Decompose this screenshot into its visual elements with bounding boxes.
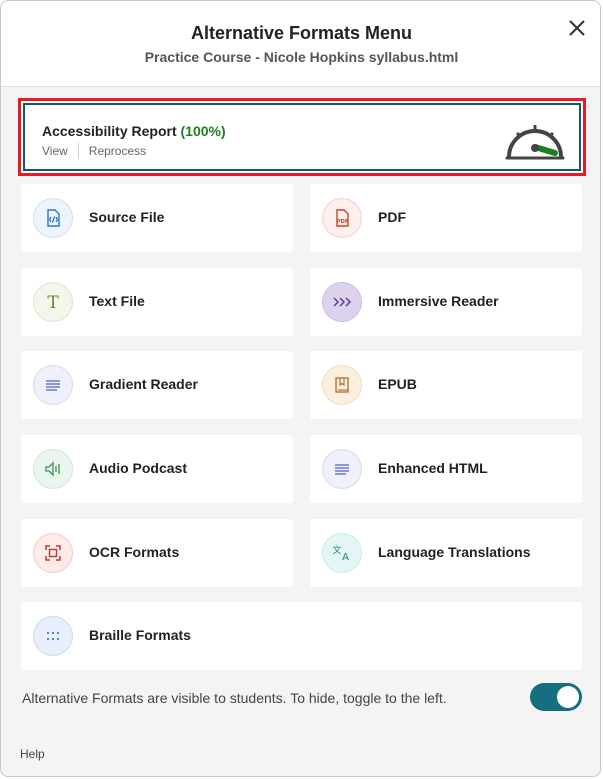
format-card-language-translations[interactable]: 文 A Language Translations: [310, 519, 582, 587]
format-label: Text File: [89, 293, 145, 309]
modal-title: Alternative Formats Menu: [190, 23, 413, 43]
visibility-description: Alternative Formats are visible to stude…: [22, 690, 447, 706]
format-card-source-file[interactable]: Source File: [21, 184, 293, 252]
format-card-gradient-reader[interactable]: Gradient Reader: [21, 351, 293, 419]
format-label: PDF: [378, 209, 406, 225]
modal-subtitle: Practice Course - Nicole Hopkins syllabu…: [144, 49, 459, 65]
format-label: OCR Formats: [89, 544, 180, 560]
format-card-immersive-reader[interactable]: Immersive Reader: [310, 268, 582, 336]
svg-text:A: A: [342, 552, 349, 563]
modal-header: Alternative Formats Menu Practice Course…: [1, 1, 600, 87]
link-divider: [77, 143, 79, 159]
visibility-toggle[interactable]: [530, 683, 582, 711]
reprocess-link[interactable]: Reprocess: [89, 144, 146, 158]
lines-icon: [322, 449, 362, 489]
book-icon: [322, 365, 362, 405]
scan-icon: [33, 533, 73, 573]
text-t-icon: T: [33, 282, 73, 322]
format-label: Audio Podcast: [89, 460, 188, 476]
pdf-icon: PDF: [322, 198, 362, 238]
view-link[interactable]: View: [42, 144, 68, 158]
format-card-braille-formats[interactable]: Braille Formats: [21, 602, 582, 670]
help-link[interactable]: Help: [20, 747, 45, 761]
format-card-audio-podcast[interactable]: Audio Podcast: [21, 435, 293, 503]
format-label: Source File: [89, 209, 165, 225]
format-card-ocr-formats[interactable]: OCR Formats: [21, 519, 293, 587]
format-label: Braille Formats: [89, 627, 191, 643]
format-label: Language Translations: [378, 544, 531, 560]
report-links: View Reprocess: [42, 143, 146, 159]
format-label: EPUB: [378, 376, 417, 392]
svg-text:PDF: PDF: [336, 219, 349, 225]
speaker-icon: [33, 449, 73, 489]
lines-icon: [33, 365, 73, 405]
gauge-icon: [505, 125, 565, 160]
format-card-pdf[interactable]: PDF PDF: [310, 184, 582, 252]
accessibility-report-card[interactable]: Accessibility Report (100%) View Reproce…: [18, 98, 586, 176]
format-card-enhanced-html[interactable]: Enhanced HTML: [310, 435, 582, 503]
braille-icon: [33, 616, 73, 656]
accessibility-report-title: Accessibility Report (100%): [42, 123, 226, 139]
accessibility-report-inner: Accessibility Report (100%) View Reproce…: [23, 103, 581, 171]
accessibility-report-label: Accessibility Report: [42, 123, 177, 139]
format-label: Enhanced HTML: [378, 460, 488, 476]
close-button[interactable]: [566, 17, 588, 39]
toggle-knob: [557, 686, 579, 708]
accessibility-score: (100%): [180, 123, 226, 139]
format-card-epub[interactable]: EPUB: [310, 351, 582, 419]
code-file-icon: [33, 198, 73, 238]
format-label: Immersive Reader: [378, 293, 499, 309]
svg-text:文: 文: [332, 544, 341, 556]
chevrons-right-icon: [322, 282, 362, 322]
format-card-text-file[interactable]: T Text File: [21, 268, 293, 336]
translate-icon: 文 A: [322, 533, 362, 573]
close-icon: [569, 20, 585, 36]
format-label: Gradient Reader: [89, 376, 198, 392]
alternative-formats-modal: Alternative Formats Menu Practice Course…: [0, 0, 601, 777]
svg-text:T: T: [47, 293, 59, 312]
